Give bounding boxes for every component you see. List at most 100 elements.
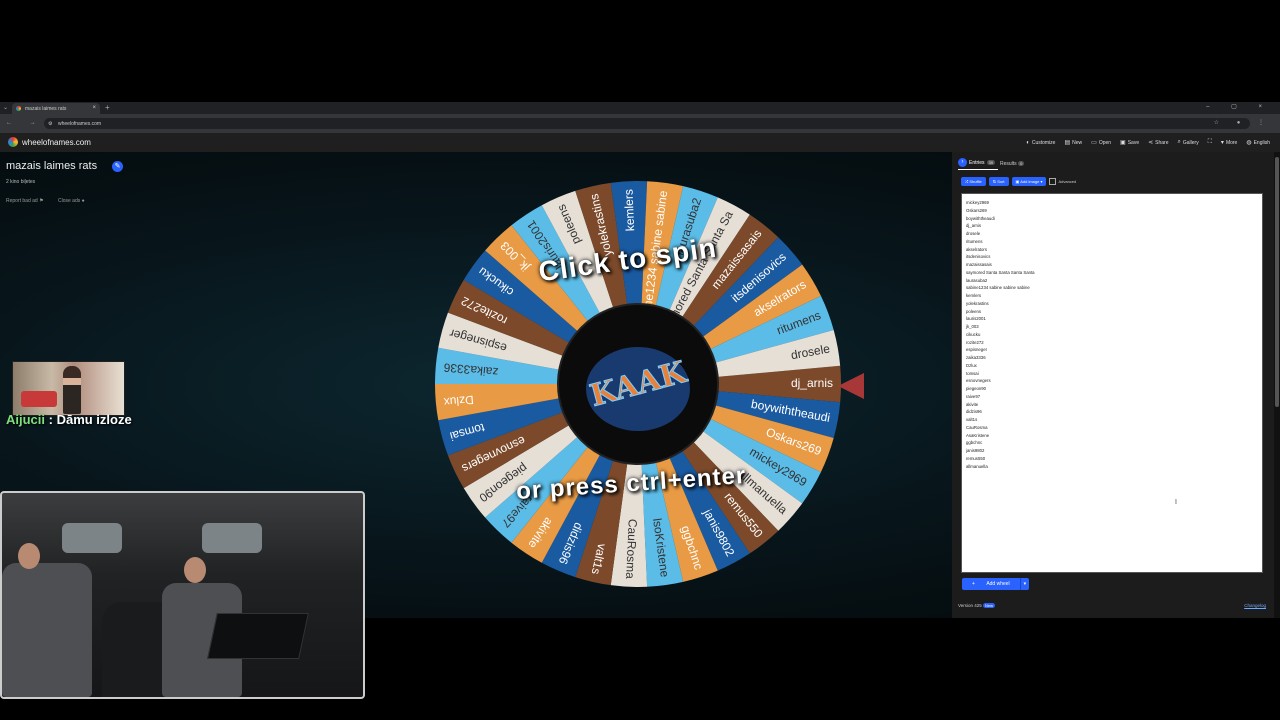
chevron-right-icon[interactable]: › (958, 158, 967, 167)
entry-line[interactable]: raive97 (966, 393, 1258, 401)
palette-icon: ◐ (1026, 139, 1030, 146)
close-ads-link[interactable]: Close ads ● (58, 198, 85, 204)
page-scrollbar[interactable] (1274, 152, 1280, 618)
entry-line[interactable]: akivite (966, 401, 1258, 409)
report-ad-link[interactable]: Report bad ad ⚑ (6, 198, 44, 204)
report-label: Report bad ad (6, 198, 38, 204)
entry-line[interactable]: tomsai (966, 370, 1258, 378)
entry-line[interactable]: CauRosma (966, 424, 1258, 432)
sort-button[interactable]: ⇅ Sort (988, 177, 1009, 186)
menu-item-label: English (1253, 139, 1270, 146)
entry-line[interactable]: itsdenisovics (966, 253, 1258, 261)
wheel-pointer (838, 373, 864, 399)
entry-line[interactable]: didzis96 (966, 408, 1258, 416)
entry-line[interactable]: boywiththeaudi (966, 215, 1258, 223)
entry-line[interactable]: Oskars269 (966, 207, 1258, 215)
menu-item-customize[interactable]: ◐ Customize (1026, 139, 1055, 146)
menu-item-gallery[interactable]: ⌕ Gallery (1178, 139, 1199, 146)
extension-icons[interactable]: ☆ ● ⋮ (1214, 119, 1272, 126)
entry-line[interactable]: allmanuella (966, 463, 1258, 471)
entry-line[interactable]: yolekrastins (966, 300, 1258, 308)
tab-close-icon[interactable]: × (92, 105, 96, 111)
sort-icon: ⇅ (992, 179, 997, 184)
entry-line[interactable]: zaika3336 (966, 354, 1258, 362)
search-icon: ⌕ (1177, 139, 1181, 145)
menu-item-open[interactable]: ▭ Open (1091, 139, 1111, 147)
entry-line[interactable]: dj_arnis (966, 222, 1258, 230)
entry-line[interactable]: ritumens (966, 238, 1258, 246)
info-icon: ● (81, 198, 85, 204)
menu-item-fullscreen[interactable]: ⛶ (1208, 139, 1212, 146)
entry-line[interactable]: esnovnegers (966, 377, 1258, 385)
tab-results[interactable]: Results 0 (1000, 161, 1025, 167)
wheel-segment-label: kemlers (621, 189, 637, 232)
shuffle-icon: ⤮ (965, 179, 969, 184)
entry-line[interactable]: poleens (966, 308, 1258, 316)
entry-line[interactable]: janis9802 (966, 447, 1258, 455)
entry-line[interactable]: lauris2001 (966, 315, 1258, 323)
entry-line[interactable]: remus550 (966, 455, 1258, 463)
entry-line[interactable]: valt1s (966, 416, 1258, 424)
entry-line[interactable]: AsaKristene (966, 432, 1258, 440)
add-image-button[interactable]: ▣ Add image ▾ (1011, 177, 1047, 186)
entry-line[interactable]: espisneger (966, 346, 1258, 354)
entries-textarea[interactable]: mickey2969 Oskars269 boywiththeaudi dj_arni… (961, 193, 1263, 573)
site-name[interactable]: wheelofnames.com (22, 138, 91, 147)
entry-line[interactable]: cikucku (966, 331, 1258, 339)
results-count-badge: 0 (1018, 161, 1025, 166)
menu-item-label: More (1225, 139, 1238, 146)
entry-line[interactable]: laurasuba2 (966, 277, 1258, 285)
laptop-image (207, 613, 309, 659)
url-text: wheelofnames.com (58, 121, 102, 127)
active-tab-indicator (958, 169, 998, 170)
entry-line[interactable]: mazaissasais (966, 261, 1258, 269)
add-wheel-dropdown-icon[interactable]: ▾ (1019, 578, 1030, 590)
scrollbar-thumb[interactable] (1275, 157, 1279, 407)
advanced-checkbox[interactable]: Advanced (1049, 178, 1076, 185)
checkbox-box[interactable] (1049, 178, 1057, 185)
header-menu: ◐ Customize ▤ New ▭ Open ▣ Save ⋖ Share ⌕ Gallery ⛶ ▾… (1026, 139, 1270, 146)
name-wheel[interactable]: dj_arnisboywiththeaudiOskars269mickey296… (433, 179, 843, 589)
sofa-image (21, 391, 57, 407)
menu-item-english[interactable]: ◍ English (1246, 139, 1270, 147)
entry-line[interactable]: sabine1234 sabine sabine sabine (966, 284, 1258, 292)
menu-item-more[interactable]: ▾ More (1220, 139, 1238, 147)
image-icon: ▣ (1015, 179, 1020, 184)
menu-item-label: Customize (1031, 139, 1056, 146)
new-tab-icon[interactable]: + (105, 103, 110, 112)
add-wheel-button[interactable]: + Add wheel ▾ (962, 578, 1030, 590)
entry-line[interactable]: ggbchnc (966, 439, 1258, 447)
entry-line[interactable]: jk_003 (966, 323, 1258, 331)
shuffle-button[interactable]: ⤮ Shuffle (961, 177, 986, 186)
save-icon: ▣ (1120, 140, 1126, 146)
add-wheel-main[interactable]: + Add wheel (962, 578, 1020, 590)
tab-search-icon[interactable]: ⌄ (3, 104, 8, 111)
edit-title-button[interactable]: ✎ (112, 161, 123, 172)
entry-line[interactable]: saymored Santa Santa Santa Santa (966, 269, 1258, 277)
entry-line[interactable]: drosele (966, 230, 1258, 238)
browser-tab[interactable]: mazais laimes rats × (12, 103, 100, 114)
window-controls[interactable]: – ▢ × (1206, 103, 1272, 110)
menu-item-new[interactable]: ▤ New (1064, 139, 1082, 147)
entry-line[interactable]: akselrators (966, 246, 1258, 254)
person-left-image (2, 563, 92, 697)
entry-line[interactable]: mickey2969 (966, 199, 1258, 207)
url-field[interactable]: ⚙ wheelofnames.com (44, 118, 1250, 129)
site-logo-icon[interactable] (8, 137, 18, 147)
entry-line[interactable]: kemlers (966, 292, 1258, 300)
webcam-overlay-large (0, 491, 365, 699)
version-label: Version 425 (958, 603, 982, 608)
site-info-icon[interactable]: ⚙ (48, 121, 52, 127)
tab-entries[interactable]: › Entries 39 (958, 158, 996, 167)
entry-line[interactable]: Dzlux (966, 362, 1258, 370)
chevron-down-icon: ▾ (1220, 140, 1224, 146)
entry-line[interactable]: rozite272 (966, 339, 1258, 347)
menu-item-save[interactable]: ▣ Save (1120, 139, 1139, 147)
person-image (63, 366, 81, 414)
menu-item-share[interactable]: ⋖ Share (1148, 139, 1168, 147)
text-cursor-icon: I (1175, 499, 1177, 506)
shuffle-label: Shuffle (969, 179, 982, 184)
entry-line[interactable]: piegeon90 (966, 385, 1258, 393)
folder-icon: ▭ (1091, 140, 1097, 146)
changelog-link[interactable]: Changelog (1244, 603, 1266, 608)
